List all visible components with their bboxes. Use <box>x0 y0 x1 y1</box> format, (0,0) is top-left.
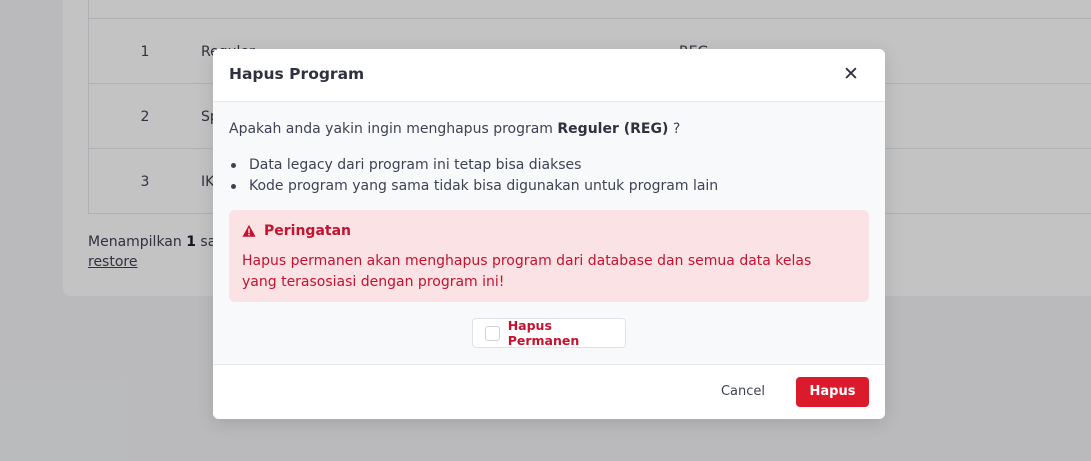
warning-text: Hapus permanen akan menghapus program da… <box>242 253 812 290</box>
question-suffix: ? <box>668 121 681 137</box>
warning-title: Peringatan <box>264 223 352 239</box>
list-item: Kode program yang sama tidak bisa diguna… <box>229 176 718 197</box>
info-list: Data legacy dari program ini tetap bisa … <box>229 155 718 197</box>
warning-header: Peringatan <box>242 223 351 239</box>
cancel-button[interactable]: Cancel <box>705 377 781 407</box>
confirmation-question: Apakah anda yakin ingin menghapus progra… <box>229 121 680 137</box>
list-item: Data legacy dari program ini tetap bisa … <box>229 155 718 176</box>
warning-triangle-icon <box>242 224 256 237</box>
permanent-delete-label: Hapus Permanen <box>507 318 580 348</box>
permanent-delete-toggle[interactable]: Hapus Permanen <box>472 318 626 348</box>
modal-header: Hapus Program ✕ <box>213 49 885 102</box>
program-name: Reguler (REG) <box>557 121 669 137</box>
warning-alert: Peringatan Hapus permanen akan menghapus… <box>229 210 869 302</box>
close-icon[interactable]: ✕ <box>843 64 859 84</box>
delete-program-modal: Hapus Program ✕ Apakah anda yakin ingin … <box>213 49 885 419</box>
question-prefix: Apakah anda yakin ingin menghapus progra… <box>229 121 558 137</box>
delete-button[interactable]: Hapus <box>796 377 869 407</box>
modal-body: Apakah anda yakin ingin menghapus progra… <box>213 102 885 364</box>
modal-footer: Cancel Hapus <box>213 364 885 419</box>
permanent-delete-checkbox[interactable] <box>485 325 500 341</box>
modal-title: Hapus Program <box>229 65 365 83</box>
